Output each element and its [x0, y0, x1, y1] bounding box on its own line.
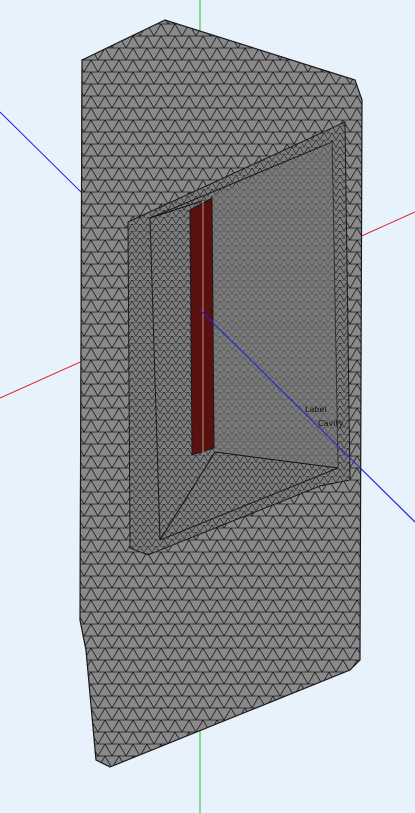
annotation-label-2: Cavity [318, 419, 344, 428]
scene: Label Cavity [0, 0, 415, 813]
mesh-slot [189, 197, 215, 456]
annotation-label-1: Label [305, 405, 327, 414]
3d-viewport[interactable]: Label Cavity [0, 0, 415, 813]
